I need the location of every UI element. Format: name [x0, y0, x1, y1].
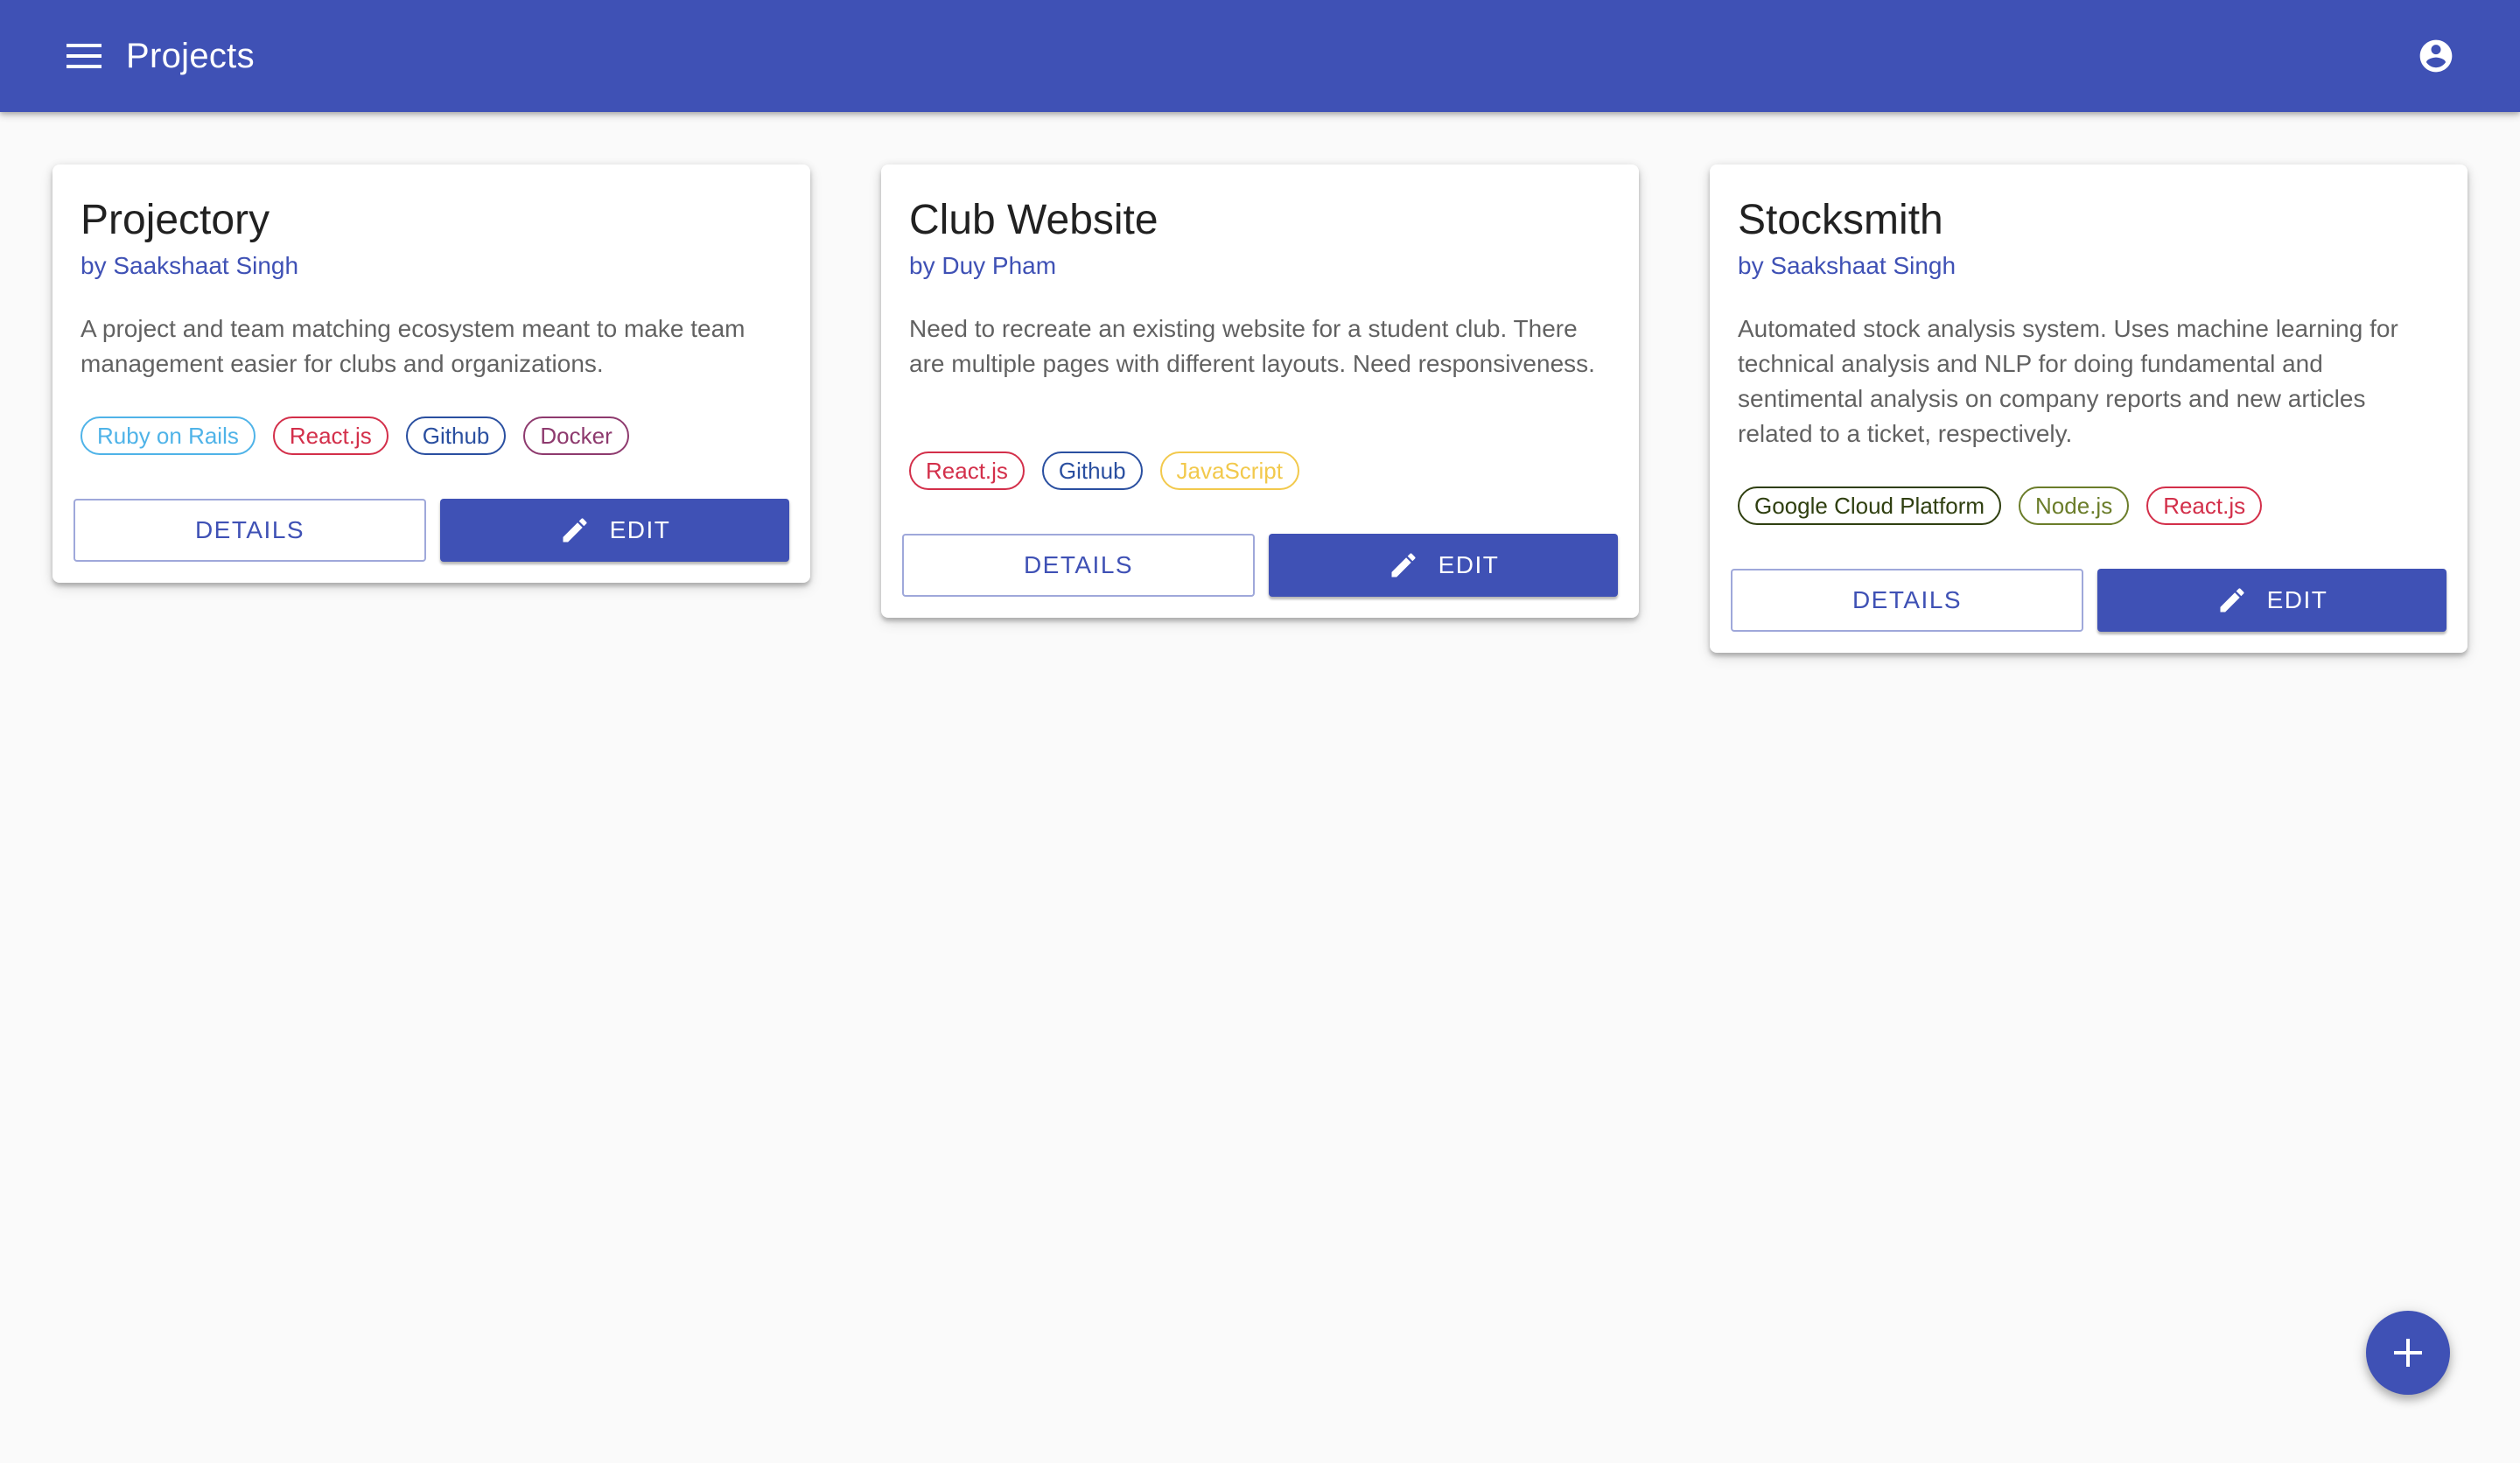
tag-chip: Github [1041, 452, 1143, 490]
edit-button-label: EDIT [2266, 586, 2328, 613]
card-actions: DETAILS EDIT [902, 534, 1618, 597]
edit-button[interactable]: EDIT [2097, 569, 2446, 632]
tag-chip: Node.js [2019, 486, 2130, 525]
card-description: Need to recreate an existing website for… [909, 315, 1595, 377]
tag-list: Ruby on Rails React.js Github Docker [80, 416, 629, 455]
card-description: Automated stock analysis system. Uses ma… [1738, 315, 2398, 447]
account-button[interactable] [2412, 32, 2460, 80]
card-actions: DETAILS EDIT [74, 499, 789, 562]
project-card-club-website: Club Website by Duy Pham Need to recreat… [881, 164, 1639, 618]
tag-chip: Google Cloud Platform [1738, 486, 2002, 525]
tag-chip: React.js [909, 452, 1025, 490]
add-project-button[interactable] [2366, 1311, 2450, 1395]
account-circle-icon [2419, 39, 2453, 73]
edit-button[interactable]: EDIT [1269, 534, 1618, 597]
project-card-stocksmith: Stocksmith by Saakshaat Singh Automated … [1710, 164, 2468, 653]
card-author: by Saakshaat Singh [1738, 252, 1956, 279]
card-title: Stocksmith [1738, 197, 1943, 243]
add-icon [2394, 1339, 2422, 1367]
tag-chip: JavaScript [1159, 452, 1299, 490]
card-author: by Saakshaat Singh [80, 252, 299, 279]
tag-chip: React.js [272, 416, 388, 455]
tag-list: Google Cloud Platform Node.js React.js [1738, 486, 2263, 525]
pencil-icon [1388, 550, 1419, 581]
pencil-icon [559, 514, 591, 546]
edit-button-label: EDIT [1438, 551, 1500, 578]
edit-button[interactable]: EDIT [440, 499, 789, 562]
pencil-icon [2216, 584, 2248, 616]
card-title: Projectory [80, 197, 270, 243]
tag-chip: Github [405, 416, 507, 455]
details-button[interactable]: DETAILS [74, 499, 426, 562]
details-button-label: DETAILS [1023, 551, 1134, 578]
card-title: Club Website [909, 197, 1158, 243]
card-author: by Duy Pham [909, 252, 1057, 279]
tag-chip: Docker [523, 416, 629, 455]
details-button[interactable]: DETAILS [1731, 569, 2083, 632]
tag-list: React.js Github JavaScript [909, 452, 1299, 490]
menu-button[interactable] [58, 35, 110, 77]
tag-chip: React.js [2146, 486, 2263, 525]
card-actions: DETAILS EDIT [1731, 569, 2446, 632]
tag-chip: Ruby on Rails [80, 416, 256, 455]
app-bar: Projects [0, 0, 2520, 112]
menu-icon [66, 44, 102, 68]
details-button[interactable]: DETAILS [902, 534, 1255, 597]
project-card-projectory: Projectory by Saakshaat Singh A project … [52, 164, 810, 583]
details-button-label: DETAILS [1852, 586, 1963, 613]
card-description: A project and team matching ecosystem me… [80, 315, 746, 377]
edit-button-label: EDIT [609, 516, 671, 543]
page-title: Projects [126, 37, 255, 75]
details-button-label: DETAILS [194, 516, 305, 543]
